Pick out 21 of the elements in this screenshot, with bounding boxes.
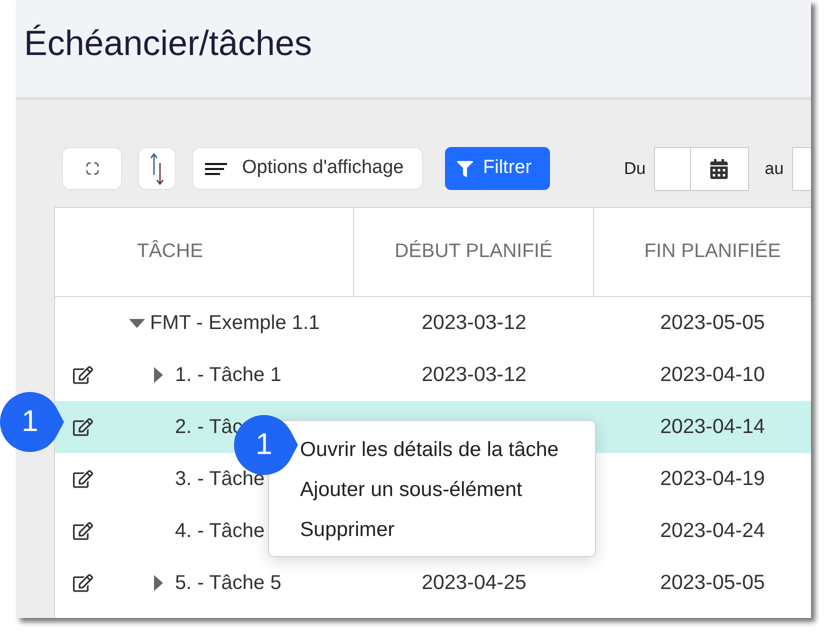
end-date: 2023-04-24 [660, 518, 765, 544]
end-date: 2023-04-10 [660, 362, 765, 388]
column-header: DÉBUT PLANIFIÉ [394, 239, 552, 264]
end-date: 2023-04-19 [660, 466, 765, 492]
from-label: Du [624, 158, 646, 180]
end-date: 2023-04-14 [660, 414, 765, 440]
end-date: 2023-05-05 [660, 310, 765, 336]
task-name: 1. - Tâche 1 [175, 363, 282, 388]
callout-badge: 1 [0, 389, 64, 455]
task-name: 4. - Tâche [175, 519, 265, 544]
column-header: TÂCHE [137, 239, 204, 264]
to-label: au [764, 158, 784, 180]
start-date: 2023-03-12 [422, 362, 526, 388]
start-date: 2023-04-25 [422, 570, 526, 596]
start-date: 2023-03-12 [422, 310, 526, 336]
task-name: 3. - Tâche [175, 467, 265, 492]
task-name: 5. - Tâche 5 [175, 571, 282, 596]
task-name: FMT - Exemple 1.1 [150, 311, 320, 336]
column-header: FIN PLANIFIÉE [644, 239, 781, 264]
page-title: Échéancier/tâches [24, 23, 312, 65]
end-date: 2023-05-05 [660, 570, 765, 596]
